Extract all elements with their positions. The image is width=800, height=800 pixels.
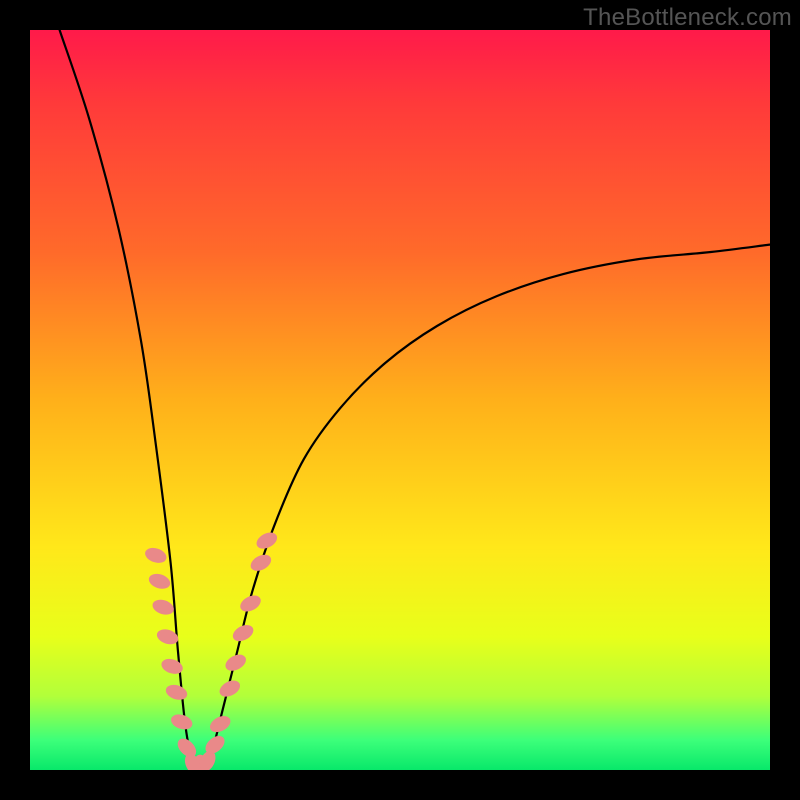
highlight-dot	[147, 571, 172, 591]
plot-area	[30, 30, 770, 770]
chart-frame: TheBottleneck.com	[0, 0, 800, 800]
highlight-dot	[164, 682, 189, 702]
highlight-dots-group	[143, 529, 280, 770]
highlight-dot	[143, 545, 168, 565]
highlight-dot	[151, 597, 176, 617]
highlight-dot	[248, 551, 274, 574]
watermark-label: TheBottleneck.com	[583, 4, 792, 32]
bottleneck-curve	[60, 30, 770, 770]
highlight-dot	[169, 712, 194, 732]
curve-svg	[30, 30, 770, 770]
